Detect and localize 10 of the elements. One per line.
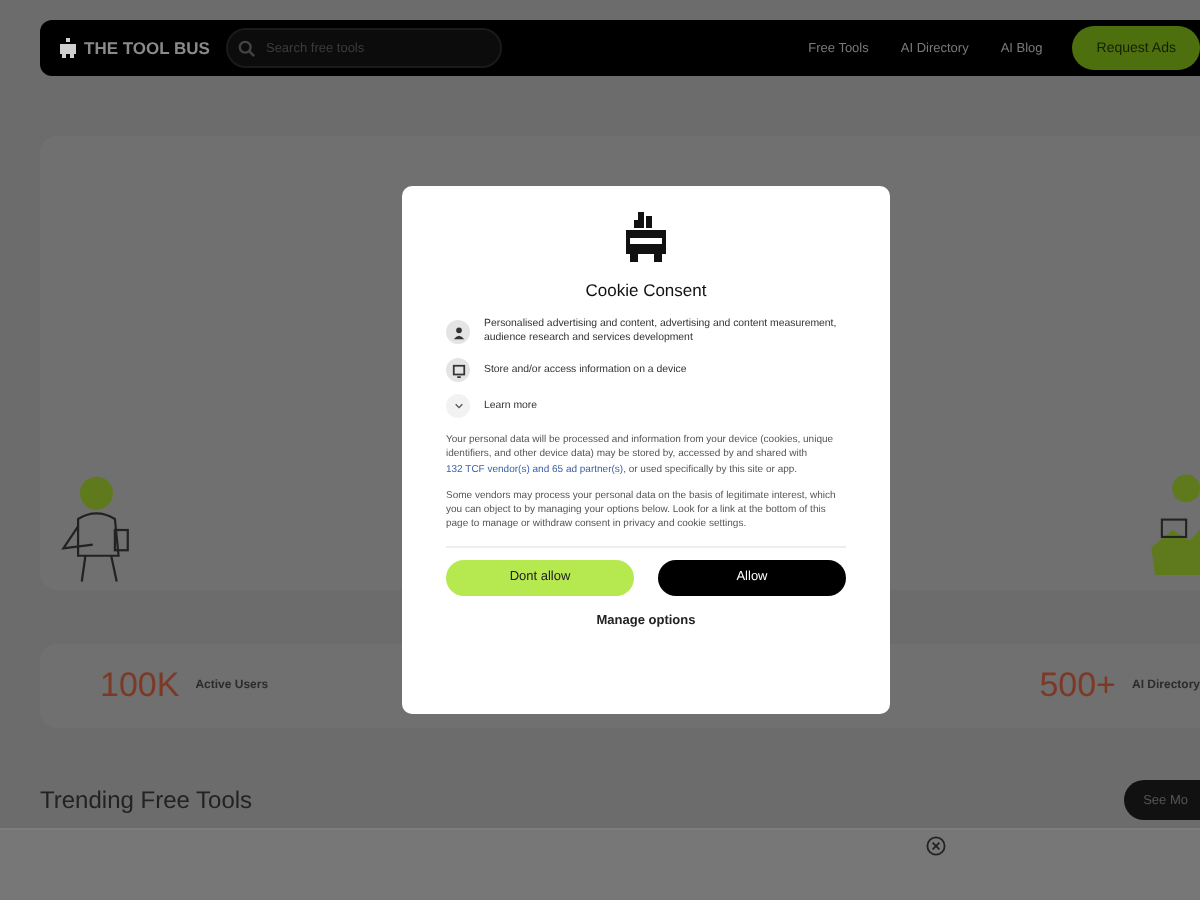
device-icon <box>446 358 470 383</box>
stat-value: 100K <box>100 666 180 706</box>
person-icon <box>446 320 470 345</box>
dialog-title: Cookie Consent <box>585 280 707 300</box>
section-title: Trending Free Tools <box>40 786 253 814</box>
close-icon[interactable] <box>926 836 946 856</box>
search-icon <box>237 39 256 57</box>
logo-text[interactable]: THE TOOL BUS <box>84 38 210 58</box>
stat-value: 500+ <box>1039 666 1116 706</box>
chevron-down-icon[interactable] <box>446 394 470 419</box>
